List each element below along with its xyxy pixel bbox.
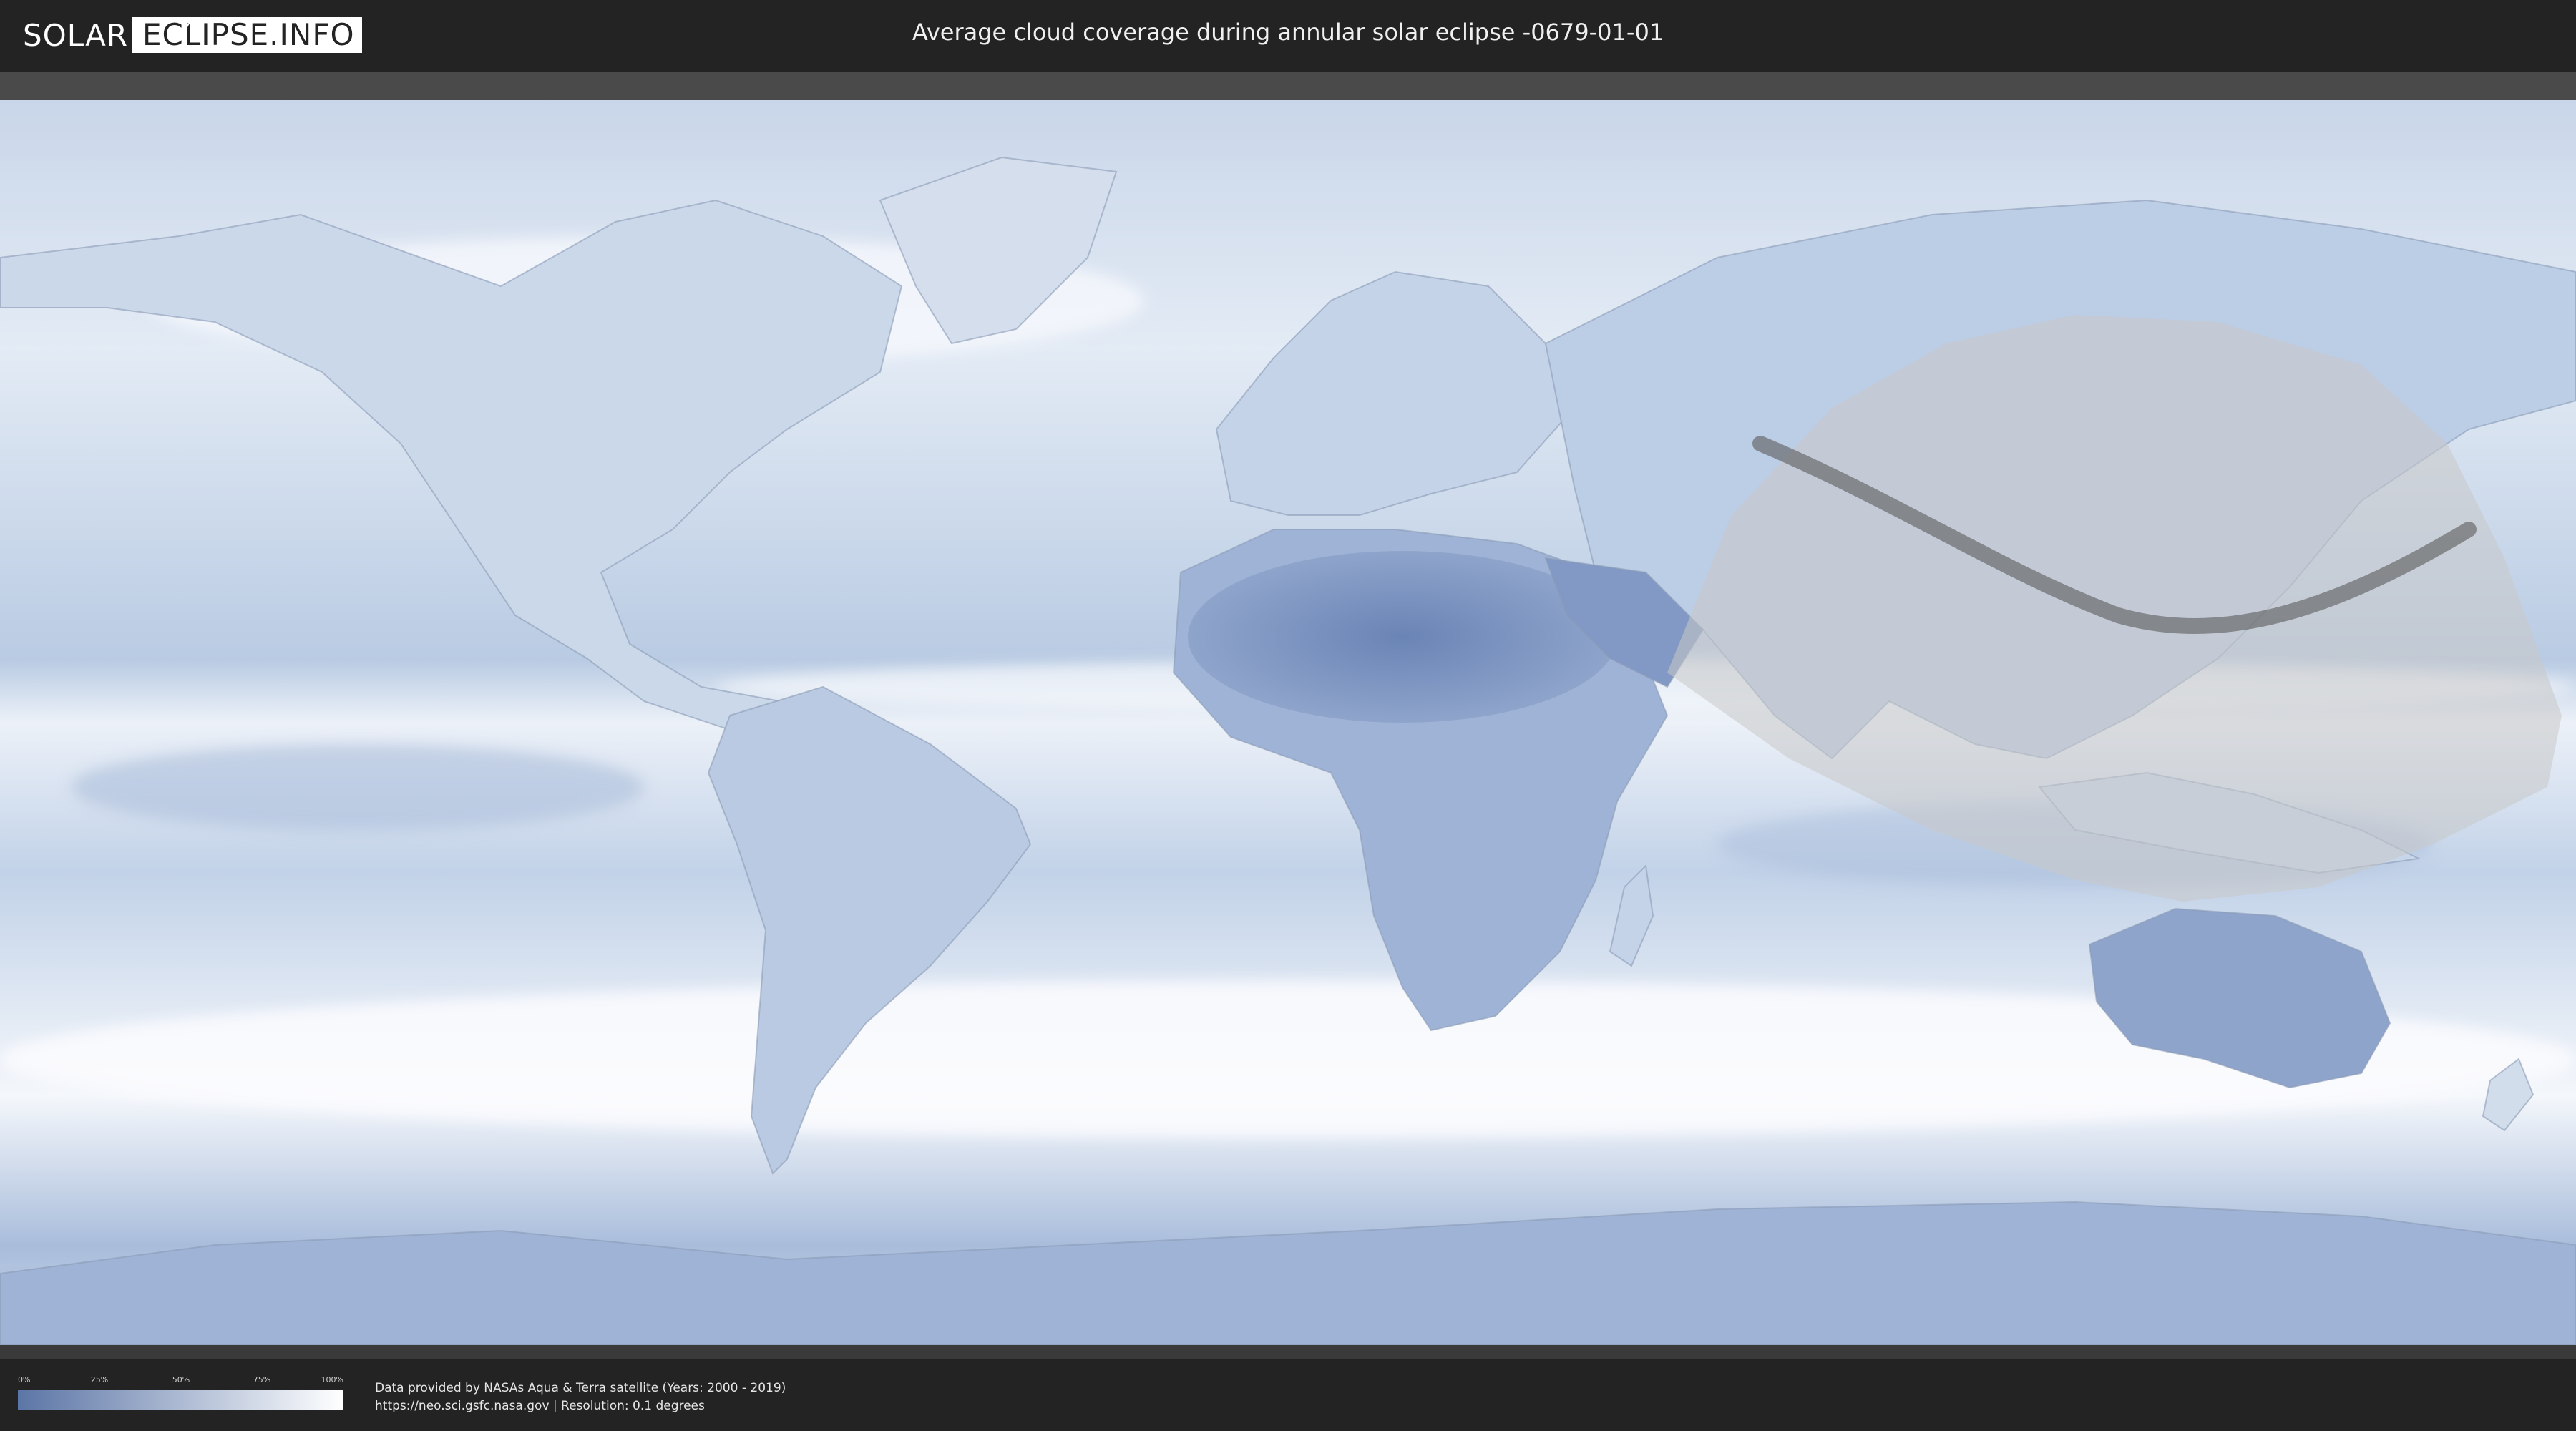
footer-bar: 0% 25% 50% 75% 100% Data provided by NAS… — [0, 1359, 2576, 1431]
header-bar: SOLAR ECLIPSE.INFO Average cloud coverag… — [0, 0, 2576, 72]
page-title: Average cloud coverage during annular so… — [912, 19, 1664, 46]
credits-source: Data provided by NASAs Aqua & Terra sate… — [375, 1381, 786, 1395]
legend-color-bar — [18, 1390, 343, 1410]
legend-tick-75: 75% — [253, 1375, 271, 1384]
world-map — [0, 72, 2576, 1359]
legend-tick-25: 25% — [90, 1375, 109, 1384]
legend-tick-100: 100% — [321, 1375, 343, 1384]
legend-tick-50: 50% — [172, 1375, 190, 1384]
map-bottom-border — [0, 1345, 2576, 1359]
legend-tick-0: 0% — [18, 1375, 31, 1384]
cloud-coverage-map[interactable] — [0, 72, 2576, 1359]
credits-url-resolution: https://neo.sci.gsfc.nasa.gov | Resoluti… — [375, 1399, 705, 1413]
data-credits: Data provided by NASAs Aqua & Terra sate… — [375, 1379, 786, 1415]
map-top-border — [0, 72, 2576, 100]
legend-tick-labels: 0% 25% 50% 75% 100% — [18, 1375, 343, 1387]
cloud-coverage-legend: 0% 25% 50% 75% 100% — [18, 1375, 343, 1415]
